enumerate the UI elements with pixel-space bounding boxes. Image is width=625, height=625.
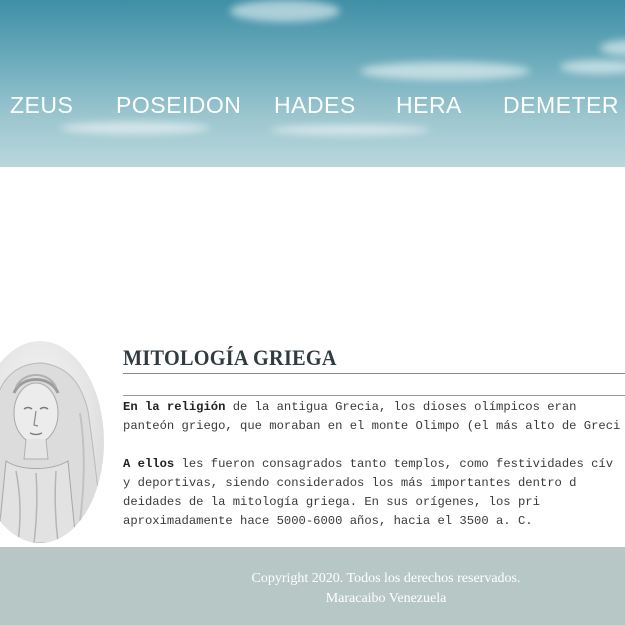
page-footer: Copyright 2020. Todos los derechos reser…: [0, 547, 625, 625]
paragraph-text: les fueron consagrados tanto templos, co…: [174, 457, 614, 471]
cloud-decoration: [270, 125, 430, 135]
statue-illustration: [0, 362, 104, 543]
paragraph-line: A ellos les fueron consagrados tanto tem…: [123, 455, 625, 474]
paragraph-religion: En la religión de la antigua Grecia, los…: [123, 398, 625, 436]
paragraph-line: deidades de la mitología griega. En sus …: [123, 495, 540, 509]
nav-item-hades[interactable]: HADES: [274, 92, 356, 119]
section-divider: [123, 395, 625, 396]
paragraph-text: de la antigua Grecia, los dioses olímpic…: [225, 400, 577, 414]
paragraph-line: En la religión de la antigua Grecia, los…: [123, 398, 625, 417]
footer-location: Maracaibo Venezuela: [325, 591, 447, 606]
paragraph-worship: A ellos les fueron consagrados tanto tem…: [123, 455, 625, 531]
paragraph-line: y deportivas, siendo considerados los má…: [123, 476, 577, 490]
page-title: MITOLOGÍA GRIEGA: [123, 345, 337, 370]
nav-item-zeus[interactable]: ZEUS: [10, 92, 73, 119]
paragraph-lead: En la religión: [123, 400, 226, 414]
nav-item-hera[interactable]: HERA: [396, 92, 462, 119]
goddess-statue-image: [0, 341, 104, 543]
header-banner: ZEUS POSEIDON HADES HERA DEMETER: [0, 0, 625, 167]
nav-item-poseidon[interactable]: POSEIDON: [116, 92, 241, 119]
paragraph-line: panteón griego, que moraban en el monte …: [123, 419, 621, 433]
cloud-decoration: [600, 40, 625, 56]
nav-item-demeter[interactable]: DEMETER: [503, 92, 619, 119]
title-divider: [123, 373, 625, 374]
cloud-decoration: [560, 60, 625, 74]
main-nav: ZEUS POSEIDON HADES HERA DEMETER: [0, 92, 625, 124]
paragraph-line: aproximadamente hace 5000-6000 años, hac…: [123, 514, 533, 528]
footer-copyright: Copyright 2020. Todos los derechos reser…: [251, 571, 521, 586]
main-content: MITOLOGÍA GRIEGA En la religión de la an…: [0, 167, 625, 547]
cloud-decoration: [230, 0, 340, 22]
cloud-decoration: [360, 62, 530, 80]
paragraph-lead: A ellos: [123, 457, 175, 471]
